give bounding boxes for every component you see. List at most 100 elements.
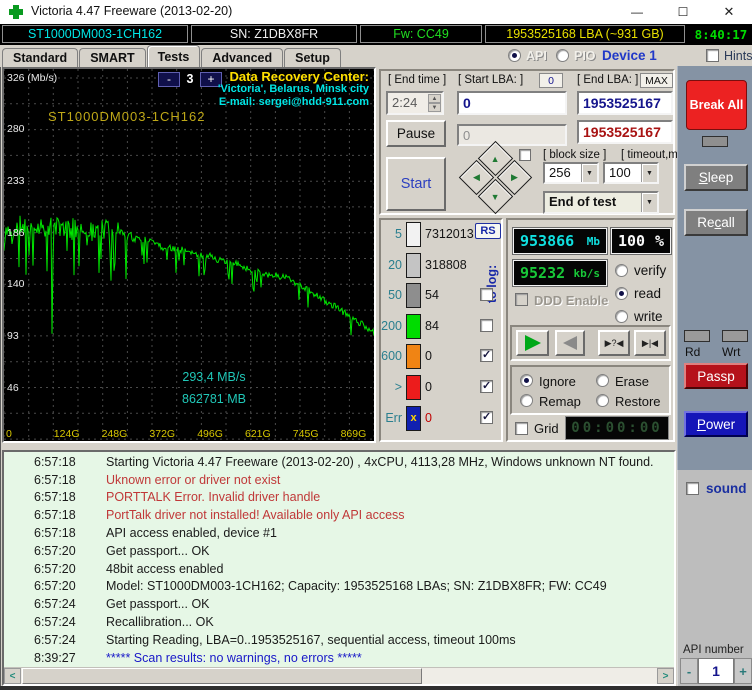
log-message: Recallibration... OK: [106, 615, 214, 630]
scroll-right-arrow-icon[interactable]: >: [657, 668, 674, 684]
close-button[interactable]: ✕: [706, 0, 752, 24]
pio-radio-label: PIO: [574, 49, 596, 63]
read-radio[interactable]: [615, 287, 628, 300]
to-log-checkbox[interactable]: [480, 410, 493, 424]
end-lba-max-button[interactable]: MAX: [640, 73, 673, 88]
tab-tests[interactable]: Tests: [146, 45, 201, 67]
event-log[interactable]: 6:57:18 Starting Victoria 4.47 Freeware (…: [2, 450, 676, 686]
play-icon: [524, 335, 541, 351]
pause-button[interactable]: Pause: [386, 120, 446, 147]
log-message: Starting Reading, LBA=0..1953525167, seq…: [106, 632, 516, 647]
progress-percent-lcd: 100 %: [610, 227, 672, 255]
start-button[interactable]: Start: [386, 157, 446, 211]
dropdown-arrow-icon[interactable]: ▼: [641, 164, 657, 182]
dropdown-arrow-icon[interactable]: ▼: [641, 193, 657, 212]
start-lba-input[interactable]: 0: [457, 91, 567, 115]
end-time-spin-down[interactable]: ▼: [428, 103, 441, 112]
x-tick-label: 496G: [197, 428, 223, 440]
dropdown-arrow-icon[interactable]: ▼: [581, 164, 597, 182]
rewind-button[interactable]: [555, 330, 585, 356]
tab-smart[interactable]: SMART: [79, 48, 146, 67]
log-row: 6:57:24 Recallibration... OK: [4, 613, 674, 631]
y-tick-label: 93: [7, 330, 19, 342]
log-message: 48bit access enabled: [106, 561, 224, 576]
pio-radio[interactable]: [556, 49, 569, 62]
graph-stats-overlay: 293,4 MB/s 862781 MB: [144, 370, 284, 406]
histogram-row: 600 0: [381, 343, 501, 372]
log-horizontal-scrollbar[interactable]: < >: [4, 667, 674, 684]
victoria-window: Victoria 4.47 Freeware (2013-02-20) — ☐ …: [0, 0, 752, 690]
end-action-select[interactable]: End of test ▼: [543, 191, 659, 214]
passport-button[interactable]: Passp: [684, 363, 748, 389]
ddd-enable-checkbox[interactable]: [515, 293, 528, 306]
drive-capacity-indicator: 1953525168 LBA (~931 GB): [485, 25, 685, 43]
histogram-color-block: [406, 283, 421, 309]
seek-random-button[interactable]: ▶?◀: [598, 330, 630, 356]
to-log-checkbox[interactable]: [480, 318, 493, 332]
title-bar[interactable]: Victoria 4.47 Freeware (2013-02-20) — ☐ …: [0, 0, 752, 24]
block-size-value: 256: [549, 165, 571, 180]
drive-firmware-indicator: Fw: CC49: [360, 25, 482, 43]
histogram-row: 5 7312013: [381, 221, 501, 250]
graph-model-label: ST1000DM003-1CH162: [48, 109, 206, 124]
play-button[interactable]: [516, 330, 549, 356]
test-controls-panel: [ End time ] [ Start LBA: ] 0 [ End LBA:…: [379, 69, 690, 215]
verify-radio[interactable]: [615, 264, 628, 277]
end-lba-input[interactable]: 1953525167: [577, 91, 673, 115]
write-radio[interactable]: [615, 310, 628, 323]
erase-radio[interactable]: [596, 374, 609, 387]
grid-checkbox[interactable]: [515, 422, 528, 435]
monitor-panel: 953866 Mb 100 % 95232 kb/s verify read w…: [506, 218, 675, 442]
side-lower-panel: sound API number - 1 +: [677, 470, 752, 690]
to-log-checkbox[interactable]: [480, 379, 493, 393]
scroll-left-arrow-icon[interactable]: <: [4, 668, 21, 684]
elapsed-timer-lcd: 00:00:00: [565, 416, 669, 440]
end-time-value: 2:24: [392, 95, 418, 110]
histogram-count: 84: [425, 318, 439, 333]
recall-button[interactable]: Re c all: [684, 209, 748, 236]
x-tick-label: 124G: [53, 428, 80, 440]
seek-end-button[interactable]: ▶|◀: [634, 330, 666, 356]
log-row: 6:57:24 Get passport... OK: [4, 595, 674, 613]
scrollbar-thumb[interactable]: [22, 668, 422, 684]
rewind-icon: [563, 336, 577, 350]
block-size-select[interactable]: 256 ▼: [543, 162, 599, 184]
api-radio[interactable]: [508, 49, 521, 62]
verify-radio-label: verify: [634, 263, 667, 278]
log-row: 8:39:27 ***** Scan results: no warnings, …: [4, 649, 674, 667]
tab-advanced[interactable]: Advanced: [201, 48, 284, 67]
end-time-spin-up[interactable]: ▲: [428, 94, 441, 103]
histogram-bin-label: 5: [395, 227, 402, 241]
api-number-decrement-button[interactable]: -: [680, 658, 698, 684]
api-number-increment-button[interactable]: +: [734, 658, 752, 684]
to-log-checkbox[interactable]: [480, 348, 493, 363]
ignore-radio[interactable]: [520, 374, 533, 387]
minimize-button[interactable]: —: [614, 0, 660, 24]
current-lba-readout: 0: [457, 124, 567, 146]
end-time-spinbox[interactable]: 2:24 ▲ ▼: [386, 91, 444, 115]
api-number-label: API number: [683, 644, 744, 656]
histogram-color-block: [406, 313, 421, 339]
timeout-select[interactable]: 100 ▼: [603, 162, 659, 184]
hints-checkbox[interactable]: [706, 49, 719, 62]
histogram-row: 20 318808: [381, 252, 501, 281]
remap-radio[interactable]: [520, 394, 533, 407]
maximize-button[interactable]: ☐: [660, 0, 706, 24]
sound-checkbox[interactable]: [686, 482, 699, 495]
log-time: 6:57:24: [34, 632, 76, 647]
to-log-checkbox[interactable]: [480, 288, 493, 302]
power-button[interactable]: Power: [684, 411, 748, 437]
tab-setup[interactable]: Setup: [284, 48, 341, 67]
sleep-button[interactable]: Sleep: [684, 164, 748, 191]
hints-checkbox-label: Hints: [724, 49, 752, 63]
histogram-color-block: [406, 344, 421, 370]
start-lba-zero-button[interactable]: 0: [539, 73, 563, 88]
restore-radio[interactable]: [596, 394, 609, 407]
end-lba-readout[interactable]: 1953525167: [577, 120, 673, 144]
break-all-button[interactable]: Break All: [686, 80, 747, 130]
timeout-value: 100: [609, 165, 631, 180]
tab-standard[interactable]: Standard: [2, 48, 79, 67]
nav-option-checkbox[interactable]: [519, 149, 531, 161]
up-arrow-icon: ▲: [491, 153, 500, 164]
graph-zoom-out-button[interactable]: -: [158, 72, 180, 87]
